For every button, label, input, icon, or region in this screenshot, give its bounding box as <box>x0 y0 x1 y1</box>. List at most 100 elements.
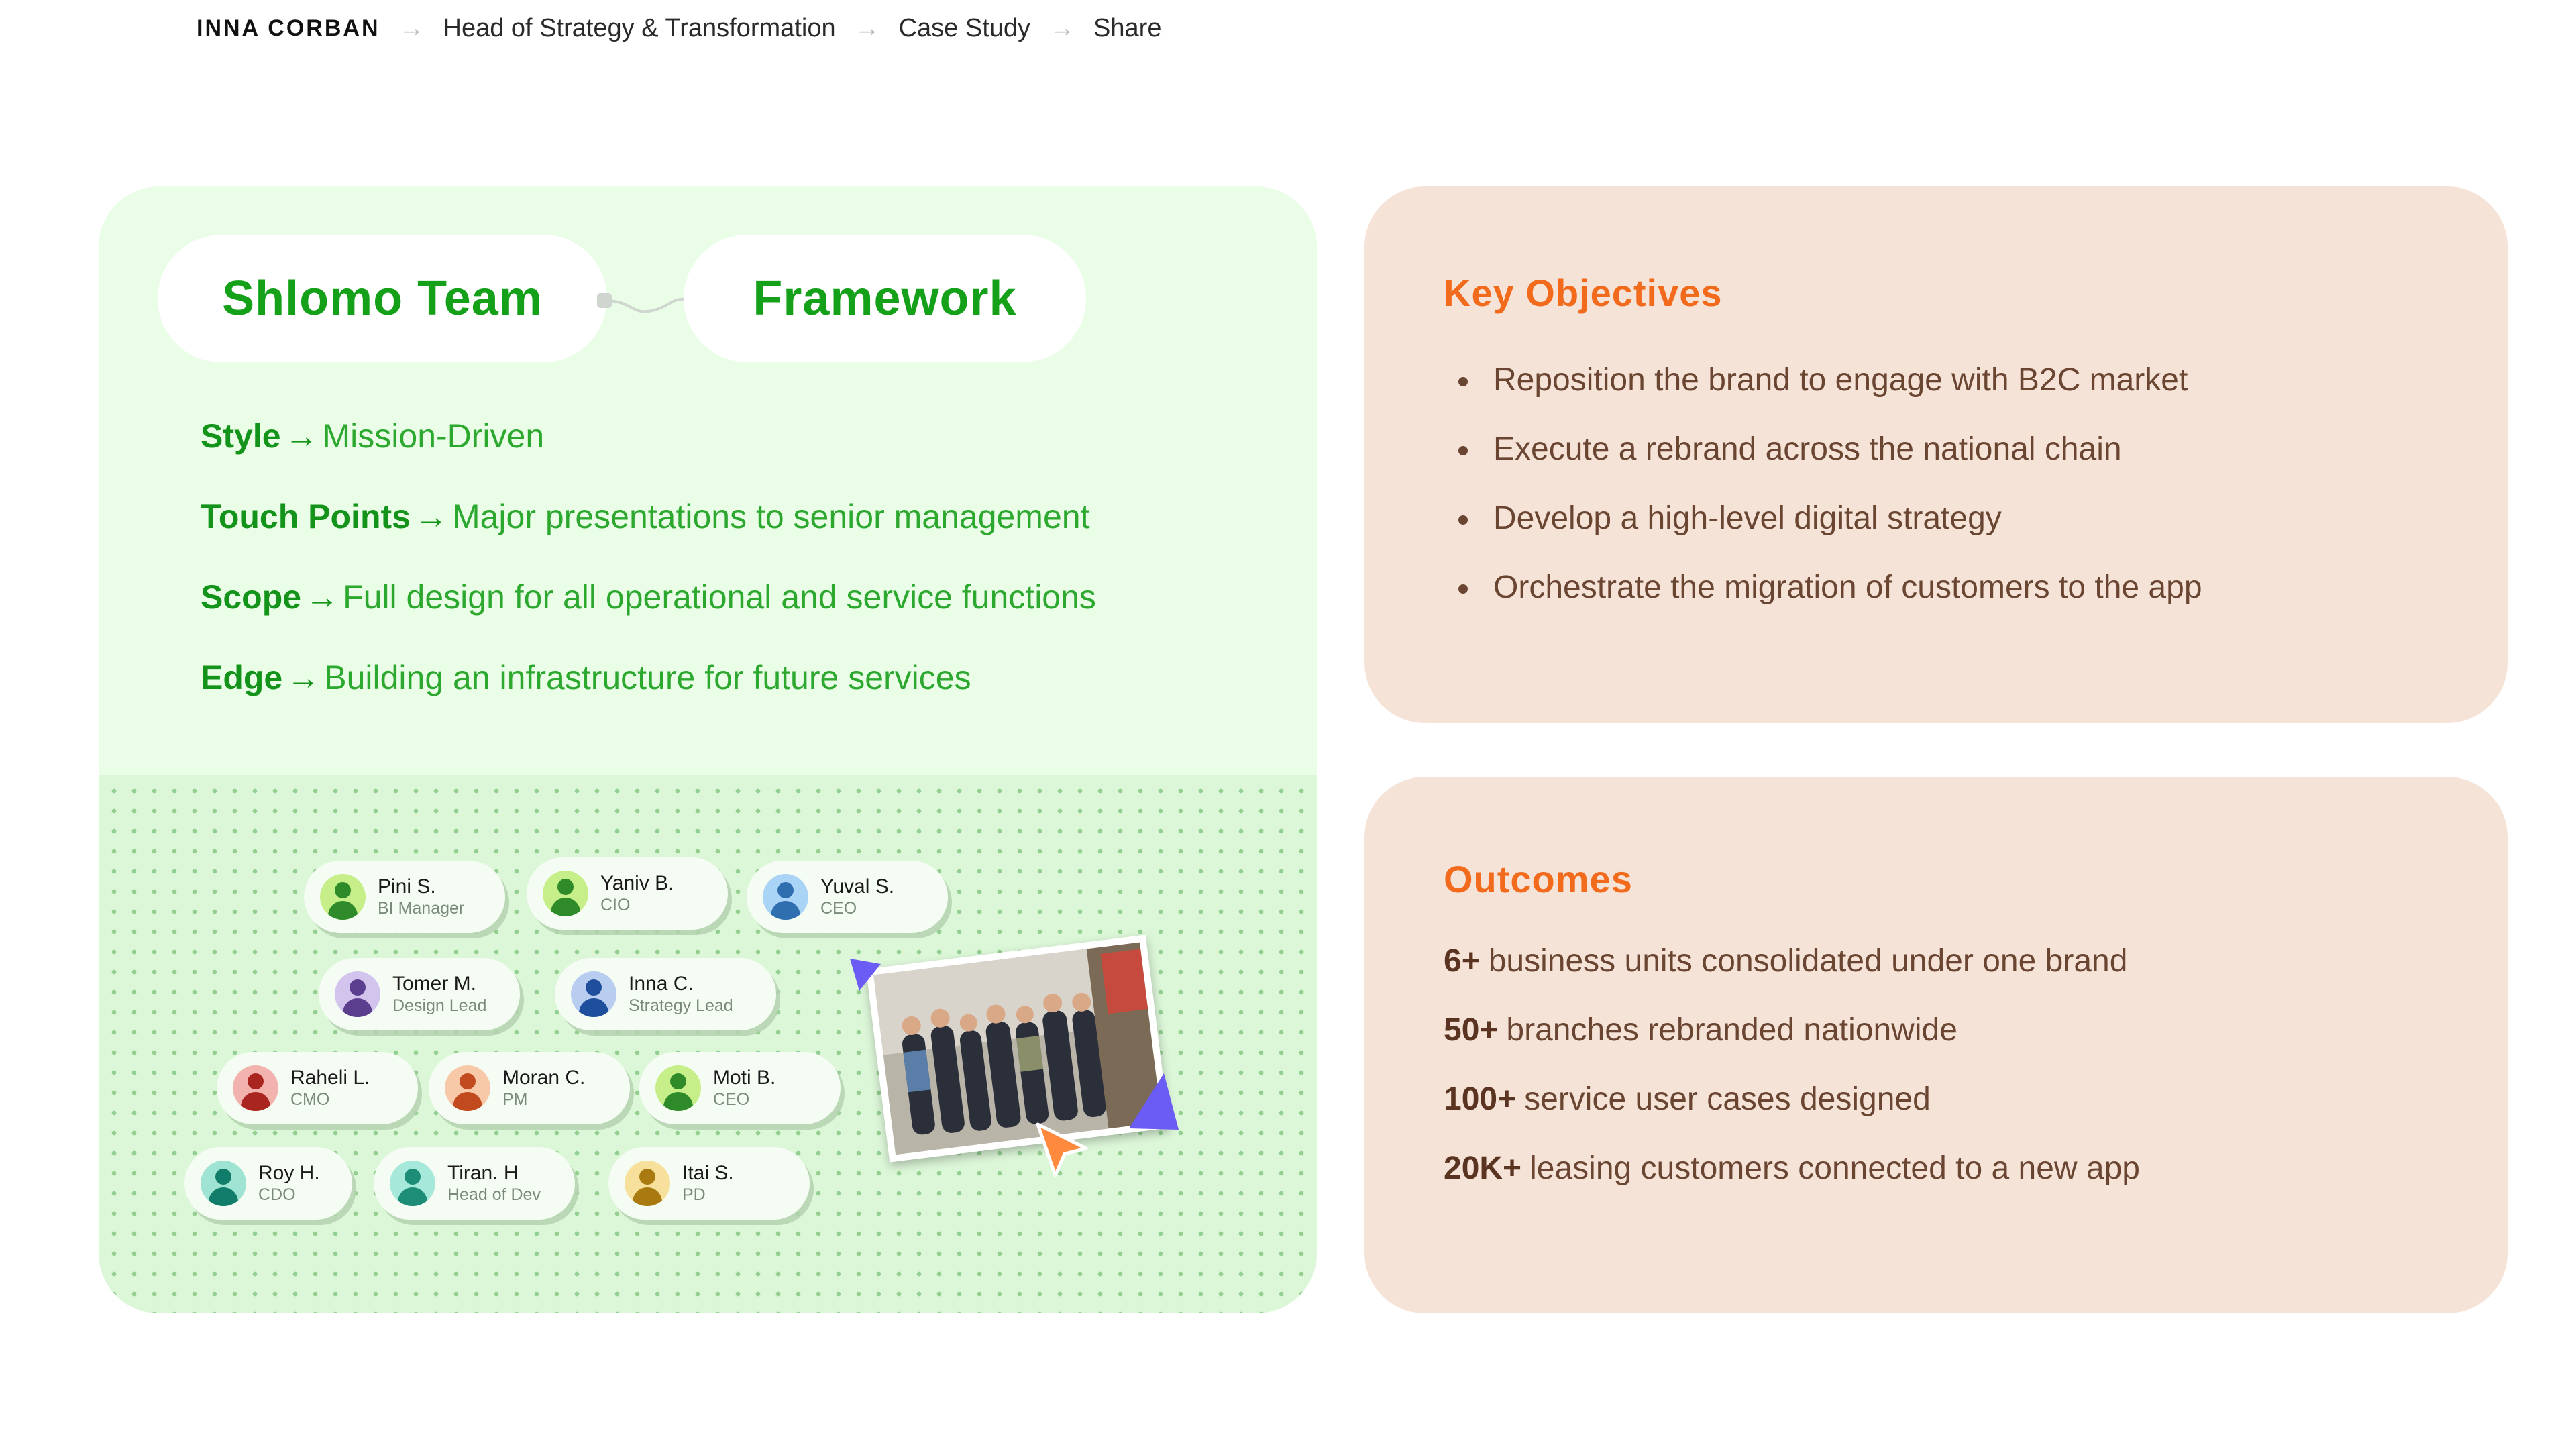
breadcrumb-arrow-icon: → <box>398 13 425 42</box>
bullet-icon <box>1458 584 1468 594</box>
triangle-decoration-icon <box>850 959 881 991</box>
objective-item: Execute a rebrand across the national ch… <box>1458 431 2202 468</box>
member-role: BI Manager <box>378 899 465 918</box>
objective-text: Execute a rebrand across the national ch… <box>1493 431 2122 467</box>
framework-value: Major presentations to senior management <box>451 498 1090 535</box>
member-name: Raheli L. <box>290 1067 370 1089</box>
objectives-title: Key Objectives <box>1444 272 1723 314</box>
team-member-chip[interactable]: Itai S. PD <box>608 1147 810 1220</box>
framework-card: Shlomo Team Framework Style → Mission-Driv… <box>99 186 1317 1313</box>
framework-key: Edge <box>201 659 283 696</box>
outcome-item: 50+ branches rebranded nationwide <box>1444 1012 2140 1049</box>
member-name: Pini S. <box>378 875 436 898</box>
objective-text: Orchestrate the migration of customers t… <box>1493 570 2202 605</box>
objective-text: Reposition the brand to engage with B2C … <box>1493 362 2188 398</box>
team-member-chip[interactable]: Moti B. CEO <box>639 1052 841 1124</box>
framework-key: Touch Points <box>201 498 411 535</box>
team-member-chip[interactable]: Moran C. PM <box>429 1052 630 1124</box>
outcomes-title: Outcomes <box>1444 858 1633 900</box>
avatar-icon <box>763 874 808 920</box>
outcome-text: branches rebranded nationwide <box>1506 1012 1957 1048</box>
avatar-icon <box>320 874 366 920</box>
framework-key: Scope <box>201 578 302 616</box>
member-name: Roy H. <box>258 1162 320 1184</box>
outcome-number: 50+ <box>1444 1012 1499 1048</box>
member-name: Yaniv B. <box>600 872 674 894</box>
framework-row-style: Style → Mission-Driven <box>201 418 1096 454</box>
member-name: Itai S. <box>682 1162 734 1184</box>
avatar-icon <box>201 1161 246 1206</box>
key-objectives-card: Key Objectives Reposition the brand to e… <box>1364 186 2508 723</box>
team-member-chip[interactable]: Tiran. H Head of Dev <box>374 1147 575 1220</box>
outcome-item: 20K+ leasing customers connected to a new… <box>1444 1150 2140 1187</box>
breadcrumb-item-role[interactable]: Head of Strategy & Transformation <box>443 14 836 43</box>
team-member-chip[interactable]: Yaniv B. CIO <box>527 857 728 930</box>
avatar-icon <box>571 971 616 1017</box>
member-role: CEO <box>820 899 857 918</box>
framework-value: Mission-Driven <box>322 417 545 455</box>
outcome-item: 100+ service user cases designed <box>1444 1081 2140 1118</box>
member-role: CMO <box>290 1090 330 1109</box>
team-photo-image <box>873 942 1162 1155</box>
member-name: Yuval S. <box>820 875 895 898</box>
team-member-chip[interactable]: Tomer M. Design Lead <box>319 958 520 1030</box>
objective-text: Develop a high-level digital strategy <box>1493 500 2002 536</box>
framework-value: Full design for all operational and serv… <box>343 578 1096 616</box>
outcome-item: 6+ business units consolidated under one … <box>1444 943 2140 979</box>
objective-item: Orchestrate the migration of customers t… <box>1458 570 2202 606</box>
member-role: CDO <box>258 1185 296 1204</box>
outcomes-card: Outcomes 6+ business units consolidated u… <box>1364 777 2508 1313</box>
breadcrumb-brand[interactable]: INNA CORBAN <box>197 15 380 42</box>
member-name: Moti B. <box>713 1067 776 1089</box>
avatar-icon <box>543 871 588 916</box>
outcome-number: 20K+ <box>1444 1150 1522 1186</box>
member-role: PM <box>502 1090 528 1109</box>
member-name: Inna C. <box>629 973 694 995</box>
outcome-text: leasing customers connected to a new app <box>1529 1150 2140 1186</box>
avatar-icon <box>390 1161 435 1206</box>
team-member-chip[interactable]: Raheli L. CMO <box>217 1052 418 1124</box>
avatar-icon <box>445 1065 490 1111</box>
bullet-icon <box>1458 446 1468 455</box>
member-name: Tiran. H <box>447 1162 519 1184</box>
framework-list: Style → Mission-Driven Touch Points → Major … <box>201 418 1096 740</box>
team-member-chip[interactable]: Roy H. CDO <box>184 1147 352 1220</box>
team-title-pill: Shlomo Team <box>158 235 607 362</box>
member-role: Strategy Lead <box>629 996 733 1015</box>
team-photo <box>865 934 1170 1163</box>
outcome-text: business units consolidated under one br… <box>1488 943 2128 979</box>
outcomes-list: 6+ business units consolidated under one … <box>1444 943 2140 1220</box>
triangle-decoration-icon <box>1129 1073 1179 1130</box>
arrow-right-icon: → <box>284 417 319 455</box>
framework-key: Style <box>201 417 281 455</box>
member-role: PD <box>682 1185 706 1204</box>
member-name: Moran C. <box>502 1067 586 1089</box>
arrow-right-icon: → <box>286 659 321 696</box>
outcome-number: 6+ <box>1444 943 1481 979</box>
team-member-chip[interactable]: Yuval S. CEO <box>747 861 948 933</box>
breadcrumb: INNA CORBAN → Head of Strategy & Transfo… <box>197 12 1161 44</box>
member-role: Head of Dev <box>447 1185 541 1204</box>
arrow-right-icon: → <box>305 578 339 616</box>
framework-row-scope: Scope → Full design for all operational an… <box>201 579 1096 615</box>
framework-row-edge: Edge → Building an infrastructure for futu… <box>201 659 1096 696</box>
member-role: Design Lead <box>392 996 487 1015</box>
team-member-chip[interactable]: Pini S. BI Manager <box>304 861 505 933</box>
outcome-number: 100+ <box>1444 1081 1517 1117</box>
member-role: CIO <box>600 896 631 914</box>
breadcrumb-item-case-study[interactable]: Case Study <box>899 14 1030 43</box>
member-name: Tomer M. <box>392 973 477 995</box>
breadcrumb-item-share[interactable]: Share <box>1093 14 1161 43</box>
objectives-list: Reposition the brand to engage with B2C … <box>1458 362 2202 639</box>
avatar-icon <box>625 1161 670 1206</box>
team-member-chip[interactable]: Inna C. Strategy Lead <box>555 958 776 1030</box>
bullet-icon <box>1458 515 1468 525</box>
framework-title-pill: Framework <box>684 235 1086 362</box>
avatar-icon <box>655 1065 701 1111</box>
arrow-right-icon: → <box>414 498 448 535</box>
cursor-pointer-icon <box>1036 1122 1088 1177</box>
framework-row-touch-points: Touch Points → Major presentations to seni… <box>201 498 1096 535</box>
framework-value: Building an infrastructure for future se… <box>324 659 971 696</box>
outcome-text: service user cases designed <box>1524 1081 1931 1117</box>
bullet-icon <box>1458 377 1468 386</box>
